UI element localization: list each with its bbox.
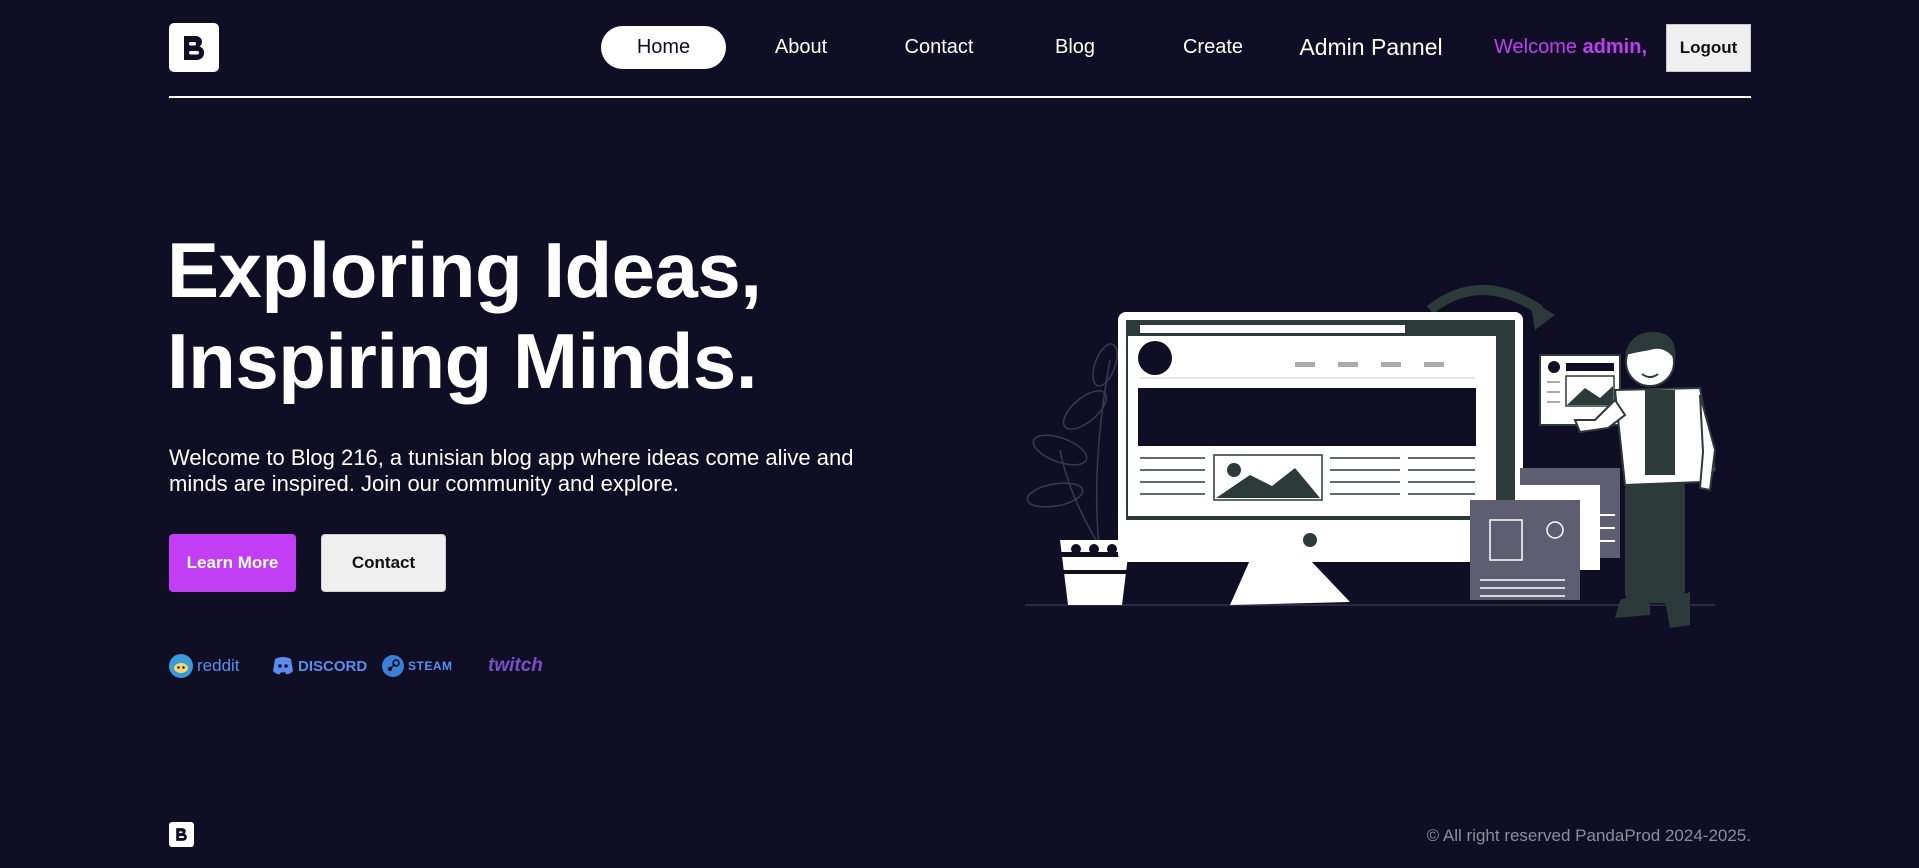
welcome-prefix: Welcome [1494,36,1577,58]
reddit-icon [169,654,193,678]
monitor-stand [1230,560,1350,605]
nav-blog[interactable]: Blog [1040,26,1110,69]
twitch-logo: twitch [488,652,543,680]
hero-title-line-1: Exploring Ideas, [167,226,762,314]
nav-admin-panel[interactable]: Admin Pannel [1295,26,1447,69]
nav-contact[interactable]: Contact [894,26,984,69]
main-navigation: Home About Contact Blog Create Admin Pan… [0,0,1919,96]
logout-button[interactable]: Logout [1666,24,1751,72]
blogger-b-icon [176,828,187,841]
monitor [1118,312,1523,562]
learn-more-button[interactable]: Learn More [169,534,296,592]
twitch-wordmark: twitch [488,655,543,676]
steam-icon [382,655,404,677]
contact-button[interactable]: Contact [321,534,446,592]
steam-logo: STEAM [382,652,453,680]
reddit-wordmark: reddit [197,656,240,675]
hero-illustration [1025,285,1717,628]
welcome-username: admin, [1582,36,1648,58]
copyright-text: © All right reserved PandaProd 2024-2025… [1426,826,1751,845]
discord-icon [273,657,293,675]
plant-leaves [1026,343,1118,556]
discord-wordmark: DISCORD [298,657,368,675]
curved-arrow [1426,285,1543,315]
discord-logo: DISCORD [272,652,367,680]
nav-create[interactable]: Create [1174,26,1252,69]
footer-logo[interactable] [169,822,194,847]
hero-title: Exploring Ideas, Inspiring Minds. [167,225,927,407]
steam-wordmark: STEAM [408,659,453,673]
nav-home[interactable]: Home [601,26,726,69]
welcome-message: Welcome admin, [1494,26,1647,69]
hero-description: Welcome to Blog 216, a tunisian blog app… [169,445,854,496]
hero-title-line-2: Inspiring Minds. [167,317,758,405]
reddit-logo: reddit [169,652,240,680]
nav-about[interactable]: About [762,26,840,69]
header-divider [169,96,1751,98]
